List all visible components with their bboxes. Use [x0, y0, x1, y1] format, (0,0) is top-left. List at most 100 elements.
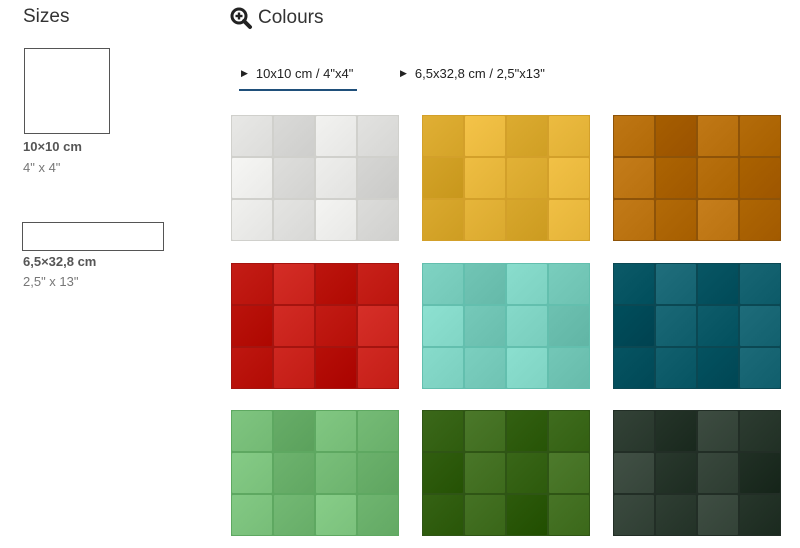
tile-cell: [316, 453, 356, 493]
tile-cell: [316, 411, 356, 451]
tab-6x32[interactable]: ▶ 6,5x32,8 cm / 2,5"x13": [400, 66, 545, 81]
size-6x32-metric: 6,5×32,8 cm: [23, 254, 97, 269]
caret-right-icon: ▶: [241, 68, 248, 78]
tile-cell: [316, 495, 356, 535]
tile-cell: [614, 264, 654, 304]
tile-cell: [656, 264, 696, 304]
tile-cell: [465, 453, 505, 493]
tile-cell: [614, 453, 654, 493]
tile-cell: [465, 411, 505, 451]
tile-cell: [698, 495, 738, 535]
colour-swatch[interactable]: [613, 410, 781, 536]
tile-cell: [656, 495, 696, 535]
tile-cell: [316, 306, 356, 346]
tile-cell: [614, 306, 654, 346]
tile-cell: [423, 411, 463, 451]
tile-cell: [698, 348, 738, 388]
tile-cell: [740, 348, 780, 388]
tile-cell: [423, 495, 463, 535]
tile-cell: [740, 158, 780, 198]
tab-10x10-label: 10x10 cm / 4"x4": [255, 66, 354, 81]
tile-cell: [549, 158, 589, 198]
tile-cell: [274, 411, 314, 451]
tile-cell: [358, 158, 398, 198]
tile-cell: [358, 495, 398, 535]
sizes-heading: Sizes: [23, 6, 70, 27]
colour-swatch[interactable]: [231, 115, 399, 241]
tile-cell: [549, 495, 589, 535]
tile-cell: [698, 158, 738, 198]
size-6x32-imperial: 2,5" x 13": [23, 274, 79, 289]
colour-swatch[interactable]: [422, 410, 590, 536]
tile-cell: [507, 200, 547, 240]
tile-cell: [232, 495, 272, 535]
colour-swatch[interactable]: [231, 263, 399, 389]
tile-cell: [465, 495, 505, 535]
tile-cell: [698, 200, 738, 240]
tile-cell: [465, 158, 505, 198]
tile-cell: [656, 411, 696, 451]
colour-swatch[interactable]: [422, 115, 590, 241]
tile-cell: [656, 306, 696, 346]
tab-6x32-label: 6,5x32,8 cm / 2,5"x13": [414, 66, 545, 81]
tile-cell: [465, 306, 505, 346]
tile-cell: [698, 264, 738, 304]
tile-cell: [740, 453, 780, 493]
tile-cell: [358, 348, 398, 388]
tile-cell: [423, 453, 463, 493]
tile-cell: [423, 116, 463, 156]
tile-cell: [740, 411, 780, 451]
tile-cell: [507, 116, 547, 156]
tile-cell: [698, 453, 738, 493]
tile-cell: [232, 453, 272, 493]
tile-cell: [358, 453, 398, 493]
tile-cell: [423, 306, 463, 346]
tile-cell: [656, 158, 696, 198]
tile-cell: [614, 116, 654, 156]
tile-cell: [274, 495, 314, 535]
tile-cell: [549, 116, 589, 156]
tile-cell: [507, 411, 547, 451]
tile-cell: [549, 306, 589, 346]
tile-cell: [614, 158, 654, 198]
tile-cell: [358, 264, 398, 304]
tile-cell: [274, 116, 314, 156]
tile-cell: [465, 264, 505, 304]
tile-cell: [316, 264, 356, 304]
tile-cell: [740, 200, 780, 240]
tile-cell: [507, 495, 547, 535]
tile-cell: [423, 200, 463, 240]
tile-cell: [316, 348, 356, 388]
tab-10x10[interactable]: ▶ 10x10 cm / 4"x4": [238, 66, 358, 91]
tile-cell: [358, 306, 398, 346]
tile-cell: [465, 116, 505, 156]
colours-heading-label: Colours: [258, 7, 324, 28]
tile-cell: [274, 453, 314, 493]
tile-cell: [656, 453, 696, 493]
tile-cell: [232, 348, 272, 388]
size-6x32-shape[interactable]: [22, 222, 164, 251]
tile-cell: [358, 200, 398, 240]
tile-cell: [698, 116, 738, 156]
tile-cell: [232, 158, 272, 198]
tile-cell: [656, 348, 696, 388]
colours-heading: Colours: [229, 6, 323, 30]
tile-cell: [740, 116, 780, 156]
colour-swatch[interactable]: [613, 115, 781, 241]
tile-cell: [423, 264, 463, 304]
tile-cell: [614, 411, 654, 451]
tile-cell: [614, 200, 654, 240]
tile-cell: [274, 264, 314, 304]
size-10x10-shape[interactable]: [24, 48, 110, 134]
zoom-in-icon[interactable]: [229, 6, 253, 30]
tile-cell: [740, 495, 780, 535]
colour-swatch[interactable]: [231, 410, 399, 536]
tile-cell: [232, 306, 272, 346]
tile-cell: [507, 158, 547, 198]
tile-cell: [549, 200, 589, 240]
size-10x10-imperial: 4" x 4": [23, 160, 61, 175]
colour-swatch[interactable]: [422, 263, 590, 389]
tile-cell: [698, 411, 738, 451]
tile-cell: [507, 264, 547, 304]
colour-swatch[interactable]: [613, 263, 781, 389]
